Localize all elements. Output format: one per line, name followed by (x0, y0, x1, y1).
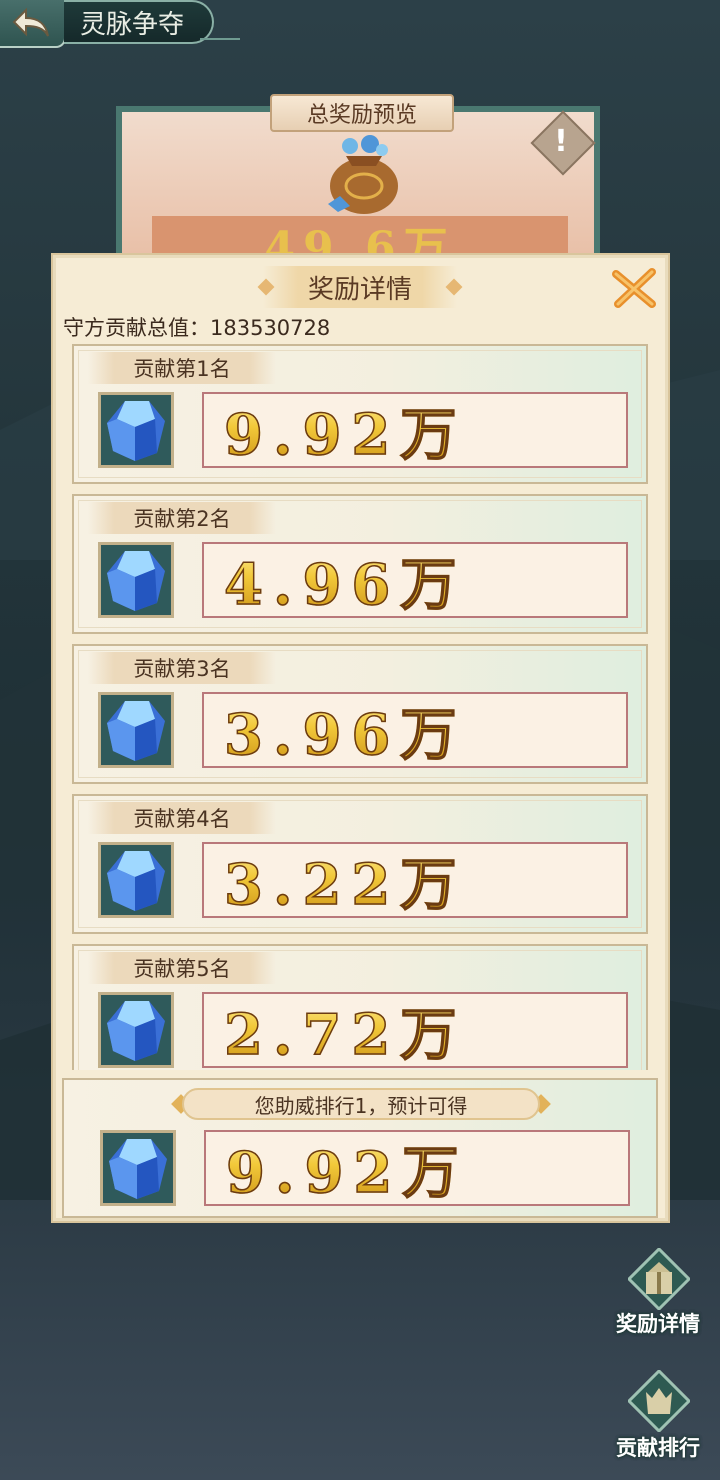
rank-label: 贡献第5名 (88, 952, 276, 984)
reward-detail-button[interactable]: 奖励详情 (608, 1248, 708, 1344)
reward-amount: 9.92万 (223, 390, 466, 471)
gem-icon (98, 992, 174, 1068)
rank-card: 贡献第4名 3.22万 (72, 794, 648, 934)
gem-icon (98, 842, 174, 918)
rank-label: 贡献第2名 (88, 502, 276, 534)
reward-amount: 3.96万 (223, 690, 466, 771)
reward-amount: 3.22万 (223, 840, 466, 921)
close-icon[interactable] (608, 262, 660, 314)
gem-icon (98, 692, 174, 768)
rank-label: 贡献第1名 (88, 352, 276, 384)
total-label: 守方贡献总值： (63, 316, 210, 340)
gem-icon (100, 1130, 176, 1206)
reward-amount-box: 3.96万 (202, 692, 628, 768)
modal-title: 奖励详情 (307, 274, 412, 305)
rank-card: 贡献第1名 9.92万 (72, 344, 648, 484)
contribution-rank-button[interactable]: 贡献排行 (608, 1370, 708, 1466)
rank-label: 贡献第3名 (88, 652, 276, 684)
own-rank-label: 您助威排行1，预计可得 (182, 1088, 540, 1120)
exclamation-icon: ! (554, 123, 568, 159)
reward-amount: 2.72万 (223, 990, 466, 1071)
rank-card: 贡献第5名 2.72万 (72, 944, 648, 1070)
gift-icon (628, 1248, 690, 1310)
back-button[interactable] (0, 0, 66, 48)
reward-amount: 4.96万 (223, 540, 466, 621)
ranking-icon (628, 1370, 690, 1432)
gem-icon (98, 542, 174, 618)
own-reward-card: 您助威排行1，预计可得 9.92万 (62, 1078, 658, 1218)
reward-detail-label: 奖励详情 (616, 1312, 700, 1336)
gem-icon (98, 392, 174, 468)
page-title: 灵脉争夺 (64, 0, 214, 44)
reward-amount-box: 4.96万 (202, 542, 628, 618)
reward-amount-box: 9.92万 (202, 392, 628, 468)
defender-total-contribution: 守方贡献总值：183530728 (63, 312, 330, 342)
reward-amount-box: 9.92万 (204, 1130, 630, 1206)
title-decoration (200, 38, 240, 40)
reward-bag-icon (328, 135, 398, 214)
total-reward-title: 总奖励预览 (270, 94, 454, 132)
contribution-rank-label: 贡献排行 (616, 1436, 700, 1460)
reward-amount-box: 3.22万 (202, 842, 628, 918)
reward-amount-box: 2.72万 (202, 992, 628, 1068)
own-reward-amount: 9.92万 (225, 1128, 468, 1209)
rank-reward-list[interactable]: 贡献第1名 9.92万 贡献第2名 4.96万 贡献第3名 3.96万 贡献第4… (62, 340, 658, 1070)
total-value: 183530728 (210, 316, 331, 340)
rank-label: 贡献第4名 (88, 802, 276, 834)
rank-card: 贡献第3名 3.96万 (72, 644, 648, 784)
rank-card: 贡献第2名 4.96万 (72, 494, 648, 634)
back-arrow-icon (12, 7, 49, 37)
